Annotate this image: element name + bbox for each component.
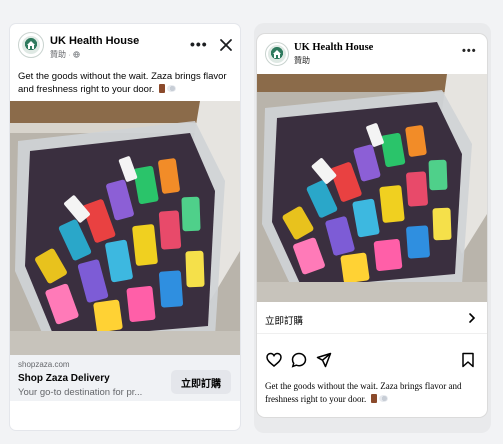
account-name[interactable]: UK Health House [294,42,373,53]
instagram-ad-preview: UK Health House 贊助 ••• 立即訂購 Get the good… [257,34,487,417]
order-now-row[interactable]: 立即訂購 [257,302,487,334]
page-avatar[interactable] [265,42,289,66]
ad-headline[interactable]: Shop Zaza Delivery [18,373,110,384]
order-now-label: 立即訂購 [265,316,304,327]
comment-icon[interactable] [291,352,307,368]
door-emoji-icon [370,394,377,403]
audience-globe-icon [73,51,80,58]
more-options-button[interactable]: ••• [190,37,208,51]
facebook-ad-preview: UK Health House 贊助 · ••• Get the goods w… [10,24,240,430]
vape-drawer-image [257,74,487,302]
sponsored-label: 贊助 [294,56,310,65]
more-options-button[interactable]: ••• [462,45,477,57]
page-avatar[interactable] [18,32,44,58]
heart-icon[interactable] [266,352,282,368]
order-now-button[interactable]: 立即訂購 [171,370,231,394]
ad-image[interactable] [10,101,240,355]
caption-text: Get the goods without the wait. Zaza bri… [265,381,462,404]
bookmark-icon[interactable] [460,352,476,368]
page-name[interactable]: UK Health House [50,35,139,47]
chevron-right-icon [469,313,476,323]
vape-drawer-image [10,101,240,355]
sponsored-text: 贊助 [50,50,66,59]
close-icon[interactable] [219,38,233,52]
ad-action-bar: 讚 留言 分享 [10,420,240,430]
send-icon[interactable] [316,352,332,368]
door-emoji-icon [158,84,165,93]
ad-caption: Get the goods without the wait. Zaza bri… [265,380,479,406]
dash-emoji-icon [378,395,388,402]
house-logo-icon [22,36,40,54]
primary-text: Get the goods without the wait. Zaza bri… [18,71,227,95]
ad-image[interactable] [257,74,487,302]
sponsored-label: 贊助 · [50,49,80,60]
ad-header: UK Health House 贊助 · ••• [10,24,240,68]
link-domain: shopzaza.com [18,360,70,369]
ad-description: Your go-to destination for pr... [18,387,143,398]
globe-icon: · [68,52,71,59]
dash-emoji-icon [166,85,176,92]
house-logo-icon [268,45,286,63]
ad-primary-text: Get the goods without the wait. Zaza bri… [18,70,234,96]
